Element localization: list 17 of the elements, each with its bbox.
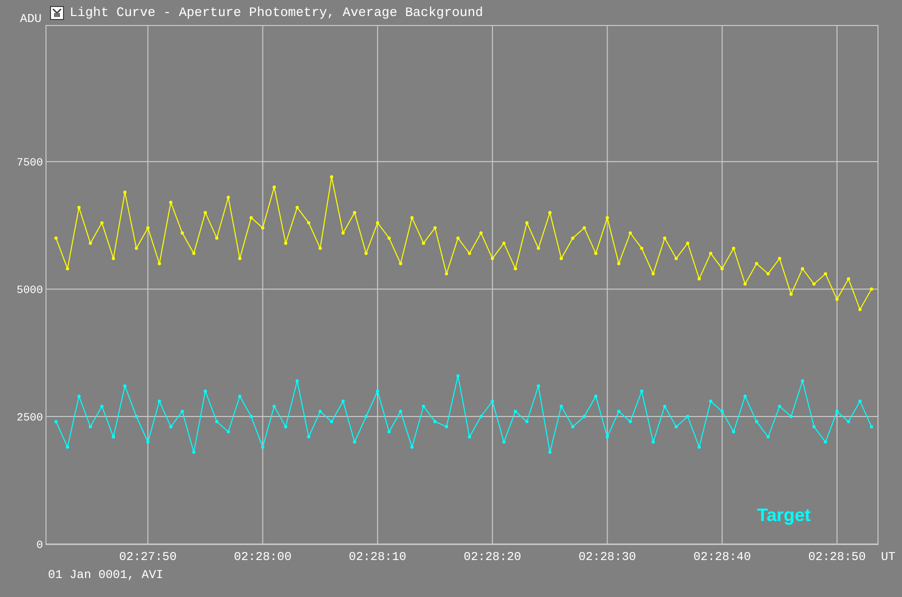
y-tick-label: 7500: [16, 158, 43, 170]
x-tick-label: 02:28:50: [808, 550, 866, 564]
footer-text: 01 Jan 0001, AVI: [48, 568, 164, 582]
y-axis-label: ADU: [20, 12, 42, 24]
x-tick-label: 02:28:00: [234, 550, 292, 564]
x-axis-label: UT: [881, 550, 896, 564]
x-tick-label: 02:28:30: [578, 550, 636, 564]
chart-window-icon: [50, 6, 64, 20]
y-tick-label: 2500: [16, 412, 43, 425]
y-tick-label: 5000: [16, 285, 43, 298]
x-tick-label: 02:28:10: [348, 550, 406, 564]
x-tick-label: 02:27:50: [119, 550, 177, 564]
x-tick-label: 02:28:40: [693, 550, 751, 564]
y-tick-label: 0: [36, 540, 43, 552]
chart-title: Light Curve - Aperture Photometry, Average Background: [70, 6, 484, 19]
legend-label: Target: [757, 505, 811, 525]
x-tick-label: 02:28:20: [464, 550, 522, 564]
